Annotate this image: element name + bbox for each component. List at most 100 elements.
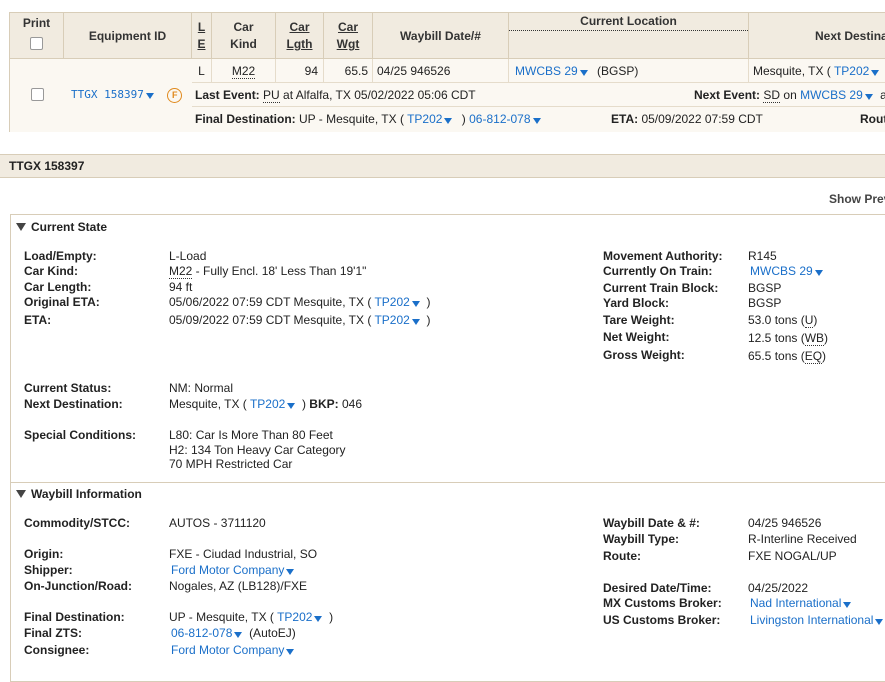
last-event-label: Last Event: [195,88,260,102]
current-location-extra: (BGSP) [597,64,639,78]
dropdown-icon[interactable] [411,301,420,307]
final-zts-value: 06-812-078 (AutoEJ) [171,626,296,640]
final-destination-link[interactable]: TP202 [277,610,323,624]
mx-customs-broker-link[interactable]: Nad International [750,596,852,610]
route-label: Rout [860,112,885,126]
col-car-lgth-header[interactable]: Car Lgth [276,13,324,59]
waybill-date-label: Waybill Date & #: [603,516,700,530]
dropdown-icon[interactable] [864,94,873,100]
final-destination-link[interactable]: TP202 [407,112,453,126]
shipper-link[interactable]: Ford Motor Company [171,563,295,577]
eta-text: 05/09/2022 07:59 CDT Mesquite, TX ( [169,313,372,327]
current-train-block-label: Current Train Block: [603,281,719,295]
consignee-label: Consignee: [24,643,90,657]
dropdown-icon[interactable] [411,319,420,325]
dropdown-icon[interactable] [843,602,852,608]
movement-authority-label: Movement Authority: [603,249,723,263]
tare-weight-label: Tare Weight: [603,313,675,327]
car-wgt-header-2: Wgt [336,37,360,51]
waybill-type-value: R-Interline Received [748,532,857,546]
final-zts-link[interactable]: 06-812-078 [171,626,243,640]
next-destination-value: Mesquite, TX ( TP202 ) BKP: 046 [169,397,363,411]
next-event-link[interactable]: MWCBS 29 [800,88,873,102]
col-car-kind-header[interactable]: Car Kind [212,13,276,59]
original-eta-close: ) [426,295,431,309]
dropdown-icon[interactable] [234,632,243,638]
net-weight-label: Net Weight: [603,330,670,344]
final-destination-line: Final Destination: UP - Mesquite, TX ( T… [192,107,885,132]
final-zts-link[interactable]: 06-812-078 [469,112,541,126]
current-state-header[interactable]: Current State [16,220,107,234]
original-eta-label: Original ETA: [24,295,100,309]
dropdown-icon[interactable] [871,70,880,76]
col-car-wgt-header[interactable]: Car Wgt [324,13,373,59]
car-kind-value: M22 [231,64,256,79]
movement-authority-value: R145 [748,249,777,263]
next-destination-cell: Mesquite, TX ( TP202 [749,59,885,83]
eta-value: 05/09/2022 07:59 CDT [641,112,763,126]
junction-value: Nogales, AZ (LB128)/FXE [169,579,308,593]
origin-label: Origin: [24,547,64,561]
next-destination-header-label: Next Destina [815,29,885,43]
current-location-header-label: Current Location [509,13,748,31]
col-next-destination-header[interactable]: Next Destina [749,13,885,59]
show-previous-link[interactable]: Show Prev [829,192,885,206]
last-event-text: at Alfalfa, TX 05/02/2022 05:06 CDT [283,88,476,102]
final-destination-text: UP - Mesquite, TX ( [299,112,404,126]
equipment-dropdown-icon[interactable] [145,93,154,99]
junction-label: On-Junction/Road: [24,579,132,593]
dropdown-icon[interactable] [579,70,588,76]
special-condition-item: H2: 134 Ton Heavy Car Category [169,443,346,457]
le-cell: L [192,59,212,83]
current-status-value: NM: Normal [169,381,234,395]
dropdown-icon[interactable] [286,569,295,575]
dropdown-icon[interactable] [875,619,884,625]
dropdown-icon[interactable] [287,403,296,409]
final-destination-value: UP - Mesquite, TX ( TP202 ) [169,610,334,624]
print-all-checkbox[interactable] [30,37,43,50]
equipment-id-link[interactable]: TTGX 158397 [71,88,154,101]
current-location-cell: MWCBS 29 (BGSP) [509,59,749,83]
desired-date-value: 04/25/2022 [748,581,809,595]
collapse-triangle-icon[interactable] [16,490,26,498]
next-destination-link[interactable]: TP202 [250,397,296,411]
dropdown-icon[interactable] [814,270,823,276]
waybill-header[interactable]: Waybill Information [16,487,142,501]
waybill-title: Waybill Information [31,487,142,501]
col-current-location-header[interactable]: Current Location [509,13,749,59]
current-location-link[interactable]: MWCBS 29 [515,64,588,78]
next-event-tail: a [880,88,885,102]
gross-weight-code: EQ [804,349,823,364]
col-equipment-id-header[interactable]: Equipment ID [64,13,192,59]
final-destination-label: Final Destination: [195,112,296,126]
car-length-value: 94 ft [169,280,193,294]
dropdown-icon[interactable] [314,616,323,622]
currently-on-train-link[interactable]: MWCBS 29 [750,264,823,278]
us-customs-broker-link[interactable]: Livingston International [750,613,884,627]
route-value: FXE NOGAL/UP [748,549,837,563]
current-state-title: Current State [31,220,108,234]
last-event-code: PU [263,88,280,103]
collapse-triangle-icon[interactable] [16,223,26,231]
row-print-checkbox[interactable] [31,88,44,101]
dropdown-icon[interactable] [532,118,541,124]
next-destination-text: Mesquite, TX ( [169,397,247,411]
eta-link[interactable]: TP202 [374,313,420,327]
next-destination-link[interactable]: TP202 [834,64,880,78]
dropdown-icon[interactable] [444,118,453,124]
car-lgth-header-1: Car [289,20,310,34]
equipment-grid: Print Equipment ID L E Car Kind Car Lgth… [9,12,885,132]
load-empty-label: Load/Empty: [24,249,97,263]
eta-cell: ETA: 05/09/2022 07:59 CDT [611,107,763,131]
final-destination-text: UP - Mesquite, TX ( [169,610,274,624]
next-event-label: Next Event: [694,88,761,102]
col-le-header[interactable]: L E [192,13,212,59]
consignee-link[interactable]: Ford Motor Company [171,643,295,657]
bkp-value: 046 [341,397,363,411]
waybill-header-label: Waybill Date/# [400,29,481,43]
original-eta-link[interactable]: TP202 [374,295,420,309]
col-waybill-header[interactable]: Waybill Date/# [373,13,509,59]
final-destination-label: Final Destination: [24,610,125,624]
dropdown-icon[interactable] [286,649,295,655]
print-header-label: Print [22,16,51,30]
